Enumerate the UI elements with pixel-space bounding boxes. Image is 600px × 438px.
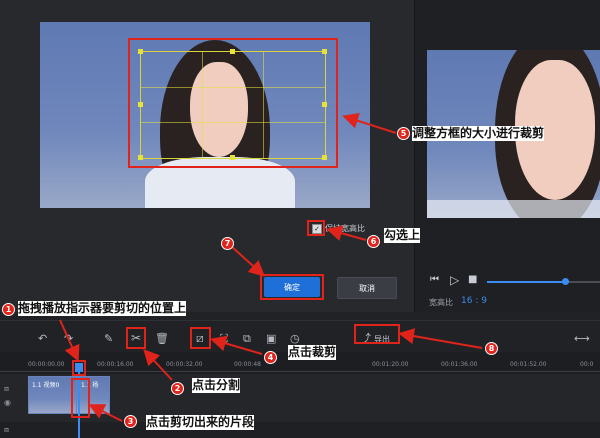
annotation-text: 点击分割 bbox=[192, 378, 241, 393]
annotation-text: 拖拽播放指示器要剪切的位置上 bbox=[18, 301, 187, 316]
step-badge: 1 bbox=[2, 303, 15, 316]
step-badge: 5 bbox=[397, 127, 410, 140]
step-badge: 3 bbox=[124, 415, 137, 428]
annotation-text: 勾选上 bbox=[384, 228, 421, 243]
step-badge: 8 bbox=[485, 342, 498, 355]
step-badge: 4 bbox=[264, 351, 277, 364]
step-badge: 2 bbox=[171, 382, 184, 395]
annotation-text: 调整方框的大小进行裁剪 bbox=[412, 126, 545, 141]
annotation-text: 点击剪切出来的片段 bbox=[146, 415, 255, 430]
annotation-text: 点击裁剪 bbox=[288, 345, 337, 360]
step-badge: 7 bbox=[221, 237, 234, 250]
step-badge: 6 bbox=[367, 235, 380, 248]
annotation-arrows bbox=[59, 113, 483, 422]
